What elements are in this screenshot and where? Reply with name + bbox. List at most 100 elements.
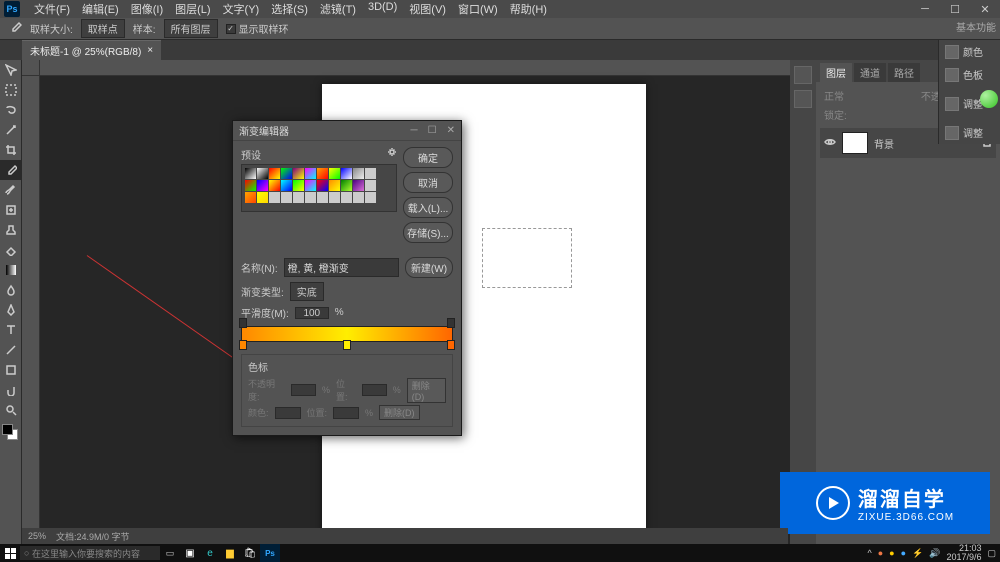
dialog-titlebar[interactable]: 渐变编辑器 ─ ☐ ✕ <box>233 121 461 141</box>
color-stop[interactable] <box>343 340 351 350</box>
path-tool[interactable] <box>0 340 22 360</box>
wand-tool[interactable] <box>0 120 22 140</box>
gradient-name-input[interactable]: 橙, 黄, 橙渐变 <box>284 258 399 277</box>
tab-layers[interactable]: 图层 <box>820 63 852 82</box>
brush-tool[interactable] <box>0 180 22 200</box>
blend-mode-dropdown[interactable]: 正常 <box>824 88 844 103</box>
dialog-maximize-icon[interactable]: ☐ <box>428 125 437 136</box>
edge-icon[interactable]: e <box>200 544 220 562</box>
preset-swatch[interactable] <box>329 192 340 203</box>
gradient-bar[interactable] <box>241 326 453 342</box>
visibility-icon[interactable] <box>824 136 836 151</box>
color-swatch-input[interactable] <box>275 407 301 419</box>
preset-swatch[interactable] <box>257 180 268 191</box>
preset-swatch[interactable] <box>245 168 256 179</box>
preset-swatch[interactable] <box>329 168 340 179</box>
preset-swatch[interactable] <box>281 180 292 191</box>
lasso-tool[interactable] <box>0 100 22 120</box>
menu-item[interactable]: 图像(I) <box>125 1 169 17</box>
position-input[interactable] <box>333 407 359 419</box>
zoom-tool[interactable] <box>0 400 22 420</box>
preset-swatch[interactable] <box>317 168 328 179</box>
save-button[interactable]: 存储(S)... <box>403 222 453 243</box>
tray-chevron-icon[interactable]: ^ <box>867 548 871 558</box>
tab-paths[interactable]: 路径 <box>888 63 920 82</box>
tab-close-icon[interactable]: × <box>147 45 153 56</box>
panel-icon[interactable] <box>794 66 812 84</box>
store-icon[interactable]: 🛍 <box>240 544 260 562</box>
start-button[interactable] <box>0 544 20 562</box>
taskbar-search[interactable]: ○ 在这里输入你要搜索的内容 <box>20 546 160 560</box>
notifications-icon[interactable]: ▢ <box>987 548 996 559</box>
workspace-switcher[interactable]: 基本功能 <box>956 19 996 34</box>
preset-swatch[interactable] <box>269 192 280 203</box>
assist-bubble-icon[interactable] <box>980 90 998 108</box>
new-button[interactable]: 新建(W) <box>405 257 453 278</box>
preset-swatch[interactable] <box>245 180 256 191</box>
menu-item[interactable]: 文字(Y) <box>217 1 266 17</box>
preset-swatch[interactable] <box>269 180 280 191</box>
menu-item[interactable]: 编辑(E) <box>76 1 125 17</box>
menu-item[interactable]: 视图(V) <box>403 1 452 17</box>
clock-date[interactable]: 2017/9/6 <box>946 553 981 562</box>
menu-item[interactable]: 图层(L) <box>169 1 216 17</box>
sample-size-dropdown[interactable]: 取样点 <box>81 19 125 38</box>
photoshop-taskbar-icon[interactable]: Ps <box>260 544 280 562</box>
eraser-tool[interactable] <box>0 240 22 260</box>
close-icon[interactable]: ✕ <box>970 0 1000 18</box>
move-tool[interactable] <box>0 60 22 80</box>
hand-tool[interactable] <box>0 380 22 400</box>
pen-tool[interactable] <box>0 300 22 320</box>
explorer-icon[interactable]: ▆ <box>220 544 240 562</box>
position-input[interactable] <box>362 384 387 396</box>
healing-tool[interactable] <box>0 200 22 220</box>
preset-swatch[interactable] <box>245 192 256 203</box>
sample-dropdown[interactable]: 所有图层 <box>164 19 218 38</box>
strip-swatches[interactable]: 色板 <box>939 63 1000 86</box>
preset-swatch[interactable] <box>365 180 376 191</box>
dialog-close-icon[interactable]: ✕ <box>447 125 455 136</box>
eyedropper-icon[interactable] <box>8 20 22 37</box>
document-tab[interactable]: 未标题-1 @ 25%(RGB/8) × <box>22 40 161 60</box>
tab-channels[interactable]: 通道 <box>854 63 886 82</box>
ok-button[interactable]: 确定 <box>403 147 453 168</box>
dialog-minimize-icon[interactable]: ─ <box>411 125 418 136</box>
preset-swatch[interactable] <box>269 168 280 179</box>
network-icon[interactable]: ⚡ <box>912 548 923 559</box>
preset-swatch[interactable] <box>365 168 376 179</box>
type-tool[interactable] <box>0 320 22 340</box>
opacity-input[interactable] <box>291 384 316 396</box>
zoom-level[interactable]: 25% <box>28 531 46 541</box>
gradient-tool[interactable] <box>0 260 22 280</box>
preset-grid[interactable] <box>241 164 397 212</box>
delete-stop-button[interactable]: 删除(D) <box>379 405 420 420</box>
preset-swatch[interactable] <box>293 192 304 203</box>
color-stop[interactable] <box>447 340 455 350</box>
preset-swatch[interactable] <box>341 180 352 191</box>
preset-swatch[interactable] <box>305 180 316 191</box>
strip-color[interactable]: 颜色 <box>939 40 1000 63</box>
delete-stop-button[interactable]: 删除(D) <box>407 378 446 403</box>
task-view-icon[interactable]: ▭ <box>160 544 180 562</box>
marquee-tool[interactable] <box>0 80 22 100</box>
show-ring-checkbox[interactable]: ✓ 显示取样环 <box>226 21 289 36</box>
preset-swatch[interactable] <box>317 192 328 203</box>
tray-icon[interactable]: ● <box>878 548 883 558</box>
preset-swatch[interactable] <box>353 180 364 191</box>
preset-swatch[interactable] <box>293 168 304 179</box>
preset-swatch[interactable] <box>305 192 316 203</box>
eyedropper-tool[interactable] <box>0 160 22 180</box>
taskbar-app-icon[interactable]: ▣ <box>180 544 200 562</box>
preset-swatch[interactable] <box>365 192 376 203</box>
preset-swatch[interactable] <box>353 192 364 203</box>
cancel-button[interactable]: 取消 <box>403 172 453 193</box>
gradient-type-dropdown[interactable]: 实底 <box>290 282 324 301</box>
menu-item[interactable]: 3D(D) <box>362 1 403 17</box>
preset-swatch[interactable] <box>257 168 268 179</box>
volume-icon[interactable]: 🔊 <box>929 548 940 559</box>
panel-icon[interactable] <box>794 90 812 108</box>
stamp-tool[interactable] <box>0 220 22 240</box>
menu-item[interactable]: 选择(S) <box>265 1 314 17</box>
menu-item[interactable]: 文件(F) <box>28 1 76 17</box>
tray-icon[interactable]: ● <box>889 548 894 558</box>
